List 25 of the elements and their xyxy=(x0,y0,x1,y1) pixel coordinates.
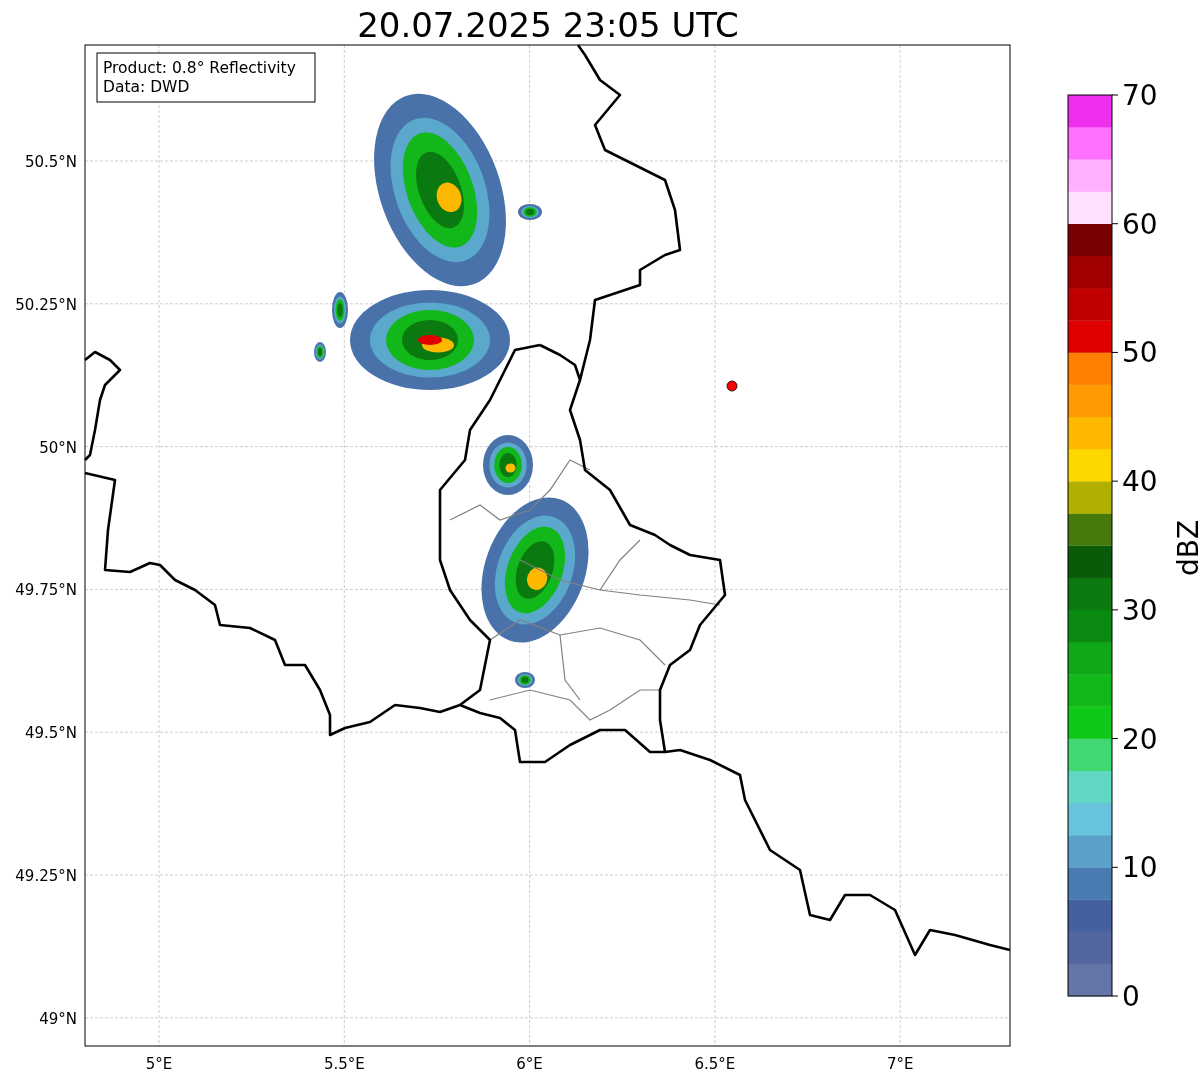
colorbar-tick-label: 30 xyxy=(1122,593,1158,627)
chart-title: 20.07.2025 23:05 UTC xyxy=(357,5,739,45)
latitude-label: 49°N xyxy=(39,1009,77,1028)
location-marker xyxy=(726,380,738,392)
info-text: Product: 0.8° Reflectivity xyxy=(103,59,296,77)
colorbar-tick-label: 60 xyxy=(1122,207,1158,241)
longitude-label: 6.5°E xyxy=(694,1055,736,1073)
latitude-label: 49.75°N xyxy=(15,581,77,600)
colorbar-tick-label: 0 xyxy=(1122,980,1140,1013)
longitude-label: 5°E xyxy=(145,1055,173,1073)
latitude-label: 50.25°N xyxy=(15,295,77,314)
colorbar-tick-label: 70 xyxy=(1122,79,1158,112)
colorbar-tick-label: 40 xyxy=(1122,465,1158,499)
latitude-label: 50°N xyxy=(39,438,77,457)
colorbar-label: dBZ xyxy=(1172,519,1202,577)
colorbar-tick-label: 20 xyxy=(1122,722,1158,756)
info-text: Data: DWD xyxy=(103,78,190,96)
latitude-label: 49.25°N xyxy=(15,867,77,885)
longitude-label: 5.5°E xyxy=(323,1055,365,1073)
latitude-label: 50.5°N xyxy=(24,153,77,171)
longitude-label: 7°E xyxy=(886,1055,914,1073)
colorbar-tick-label: 10 xyxy=(1122,851,1158,885)
latitude-label: 49.5°N xyxy=(24,724,77,743)
longitude-label: 6°E xyxy=(516,1055,543,1073)
colorbar-tick-label: 50 xyxy=(1122,336,1158,370)
